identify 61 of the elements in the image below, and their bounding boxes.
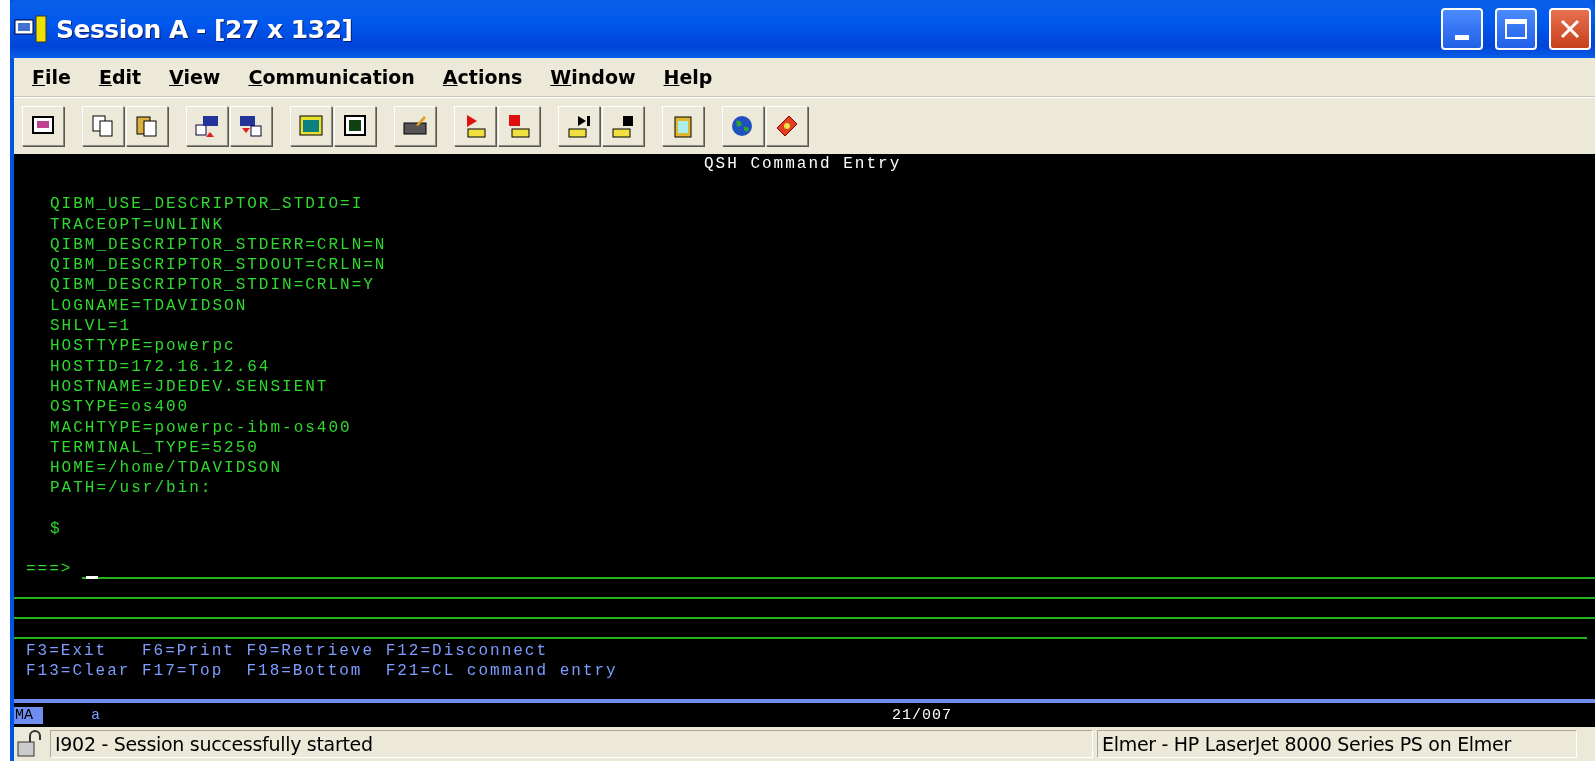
terminal-line: QIBM_DESCRIPTOR_STDERR=CRLN=N [49, 234, 387, 256]
printer-status: Elmer - HP LaserJet 8000 Series PS on Elmer [1097, 730, 1577, 758]
toolbar-button[interactable] [186, 106, 228, 146]
windows-down-arrow-icon [238, 113, 264, 139]
toolbar-button[interactable] [722, 106, 764, 146]
terminal-line: HOSTTYPE=powerpc [49, 336, 236, 357]
toolbar-button[interactable] [230, 106, 272, 146]
tape-stop-icon [610, 113, 636, 139]
function-key-legend: F3=Exit F6=Print F9=Retrieve F12=Disconnect [14, 641, 549, 662]
copy-icon [90, 113, 116, 139]
close-icon [1558, 17, 1582, 41]
menu-item[interactable]: Help [651, 64, 725, 90]
terminal-line: QIBM_USE_DESCRIPTOR_STDIO=I [49, 194, 364, 215]
toolbar-button[interactable] [22, 106, 64, 146]
terminal-line: TRACEOPT=UNLINK [49, 214, 225, 235]
text-cursor [86, 576, 99, 580]
terminal-line: HOSTID=172.16.12.64 [49, 356, 271, 377]
menu-item[interactable]: Actions [430, 64, 535, 90]
app-icon [14, 14, 48, 44]
status-message: I902 - Session successfully started [50, 730, 1093, 758]
shell-prompt: $ [49, 518, 62, 540]
toolbar-button[interactable] [394, 106, 436, 146]
toolbar-button[interactable] [334, 106, 376, 146]
terminal-line: QIBM_DESCRIPTOR_STDIN=CRLN=Y [49, 275, 375, 296]
toolbar-button[interactable] [662, 106, 704, 146]
menu-item[interactable]: Window [538, 64, 648, 90]
toolbar-button[interactable] [602, 106, 644, 146]
paste-icon [134, 113, 160, 139]
menu-item[interactable]: Edit [86, 64, 154, 90]
tag-icon [774, 113, 800, 139]
terminal-line: QIBM_DESCRIPTOR_STDOUT=CRLN=N [49, 255, 387, 276]
function-key-legend: F13=Clear F17=Top F18=Bottom F21=CL command entry [14, 661, 618, 682]
tape-play-icon [566, 113, 592, 139]
terminal-line: OSTYPE=os400 [49, 397, 190, 418]
close-button[interactable] [1549, 8, 1591, 50]
terminal-line: HOME=/home/TDAVIDSON [49, 458, 283, 479]
mode-indicator: MA [14, 706, 43, 724]
window-title: Session A - [27 x 132] [56, 14, 354, 44]
terminal-line: MACHTYPE=powerpc-ibm-os400 [49, 417, 352, 438]
menu-item[interactable]: File [20, 64, 83, 90]
menu-item[interactable]: View [157, 64, 233, 90]
terminal-line: SHLVL=1 [49, 316, 132, 337]
toolbar-button[interactable] [558, 106, 600, 146]
terminal-line: PATH=/usr/bin: [49, 478, 213, 499]
input-indicator: a [91, 706, 101, 724]
terminal-line: TERMINAL_TYPE=5250 [49, 437, 259, 459]
screen-title: QSH Command Entry [703, 154, 903, 175]
terminal-line: HOSTNAME=JDEDEV.SENSIENT [49, 376, 329, 398]
toolbar-button[interactable] [126, 106, 168, 146]
cursor-position: 21/007 [892, 706, 953, 724]
minimize-button[interactable] [1441, 8, 1483, 50]
maximize-icon [1504, 17, 1528, 41]
maximize-button[interactable] [1495, 8, 1537, 50]
toolbar-button[interactable] [766, 106, 808, 146]
terminal-window-icon [342, 113, 368, 139]
record-stop-icon [506, 113, 532, 139]
menu-item[interactable]: Communication [236, 64, 427, 90]
minimize-icon [1455, 34, 1469, 40]
windows-up-arrow-icon [194, 113, 220, 139]
command-prompt: ===> [25, 558, 73, 580]
terminal-line: LOGNAME=TDAVIDSON [49, 295, 248, 317]
